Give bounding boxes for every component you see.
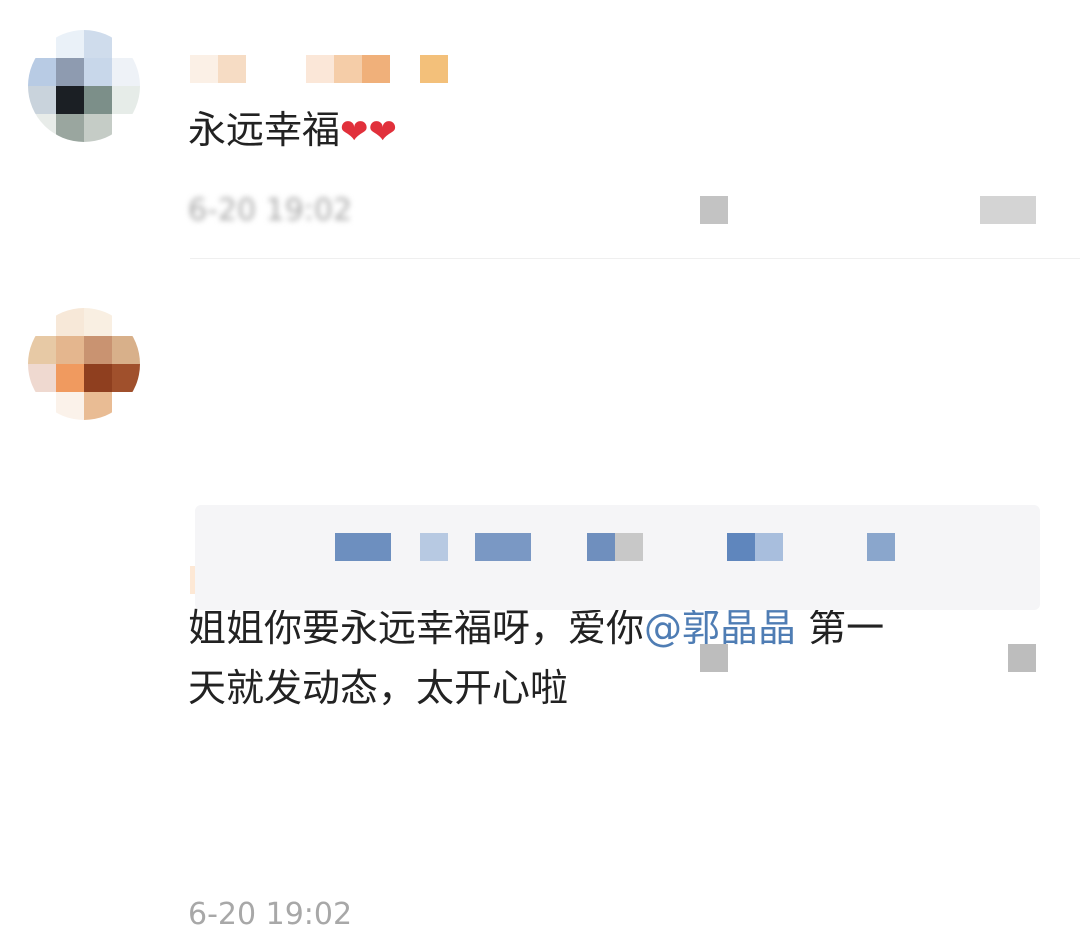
reply-icon[interactable] — [700, 196, 728, 224]
timestamp: 6-20 19:02 — [188, 193, 353, 228]
comment-body: 姐姐你要永远幸福呀，爱你 — [188, 606, 645, 650]
timestamp: 6-20 19:02 — [188, 897, 353, 932]
reply-icon[interactable] — [700, 644, 728, 672]
heart-emoji-icon: ❤❤ — [340, 112, 397, 152]
reply-preview-blurred[interactable] — [195, 505, 1040, 610]
comment-body-line2: 天就发动态，太开心啦 — [188, 666, 569, 710]
avatar[interactable] — [28, 308, 140, 420]
comment-item: 永远幸福❤❤ 6-20 19:02 — [0, 0, 1080, 258]
comment-text: 永远幸福❤❤ — [188, 100, 397, 162]
comment-item: 姐姐你要永远幸福呀，爱你@郭晶晶 第一 天就发动态，太开心啦 6-20 19:0… — [0, 258, 1080, 932]
comment-body-continued: 第一 — [796, 606, 885, 650]
comment-text: 姐姐你要永远幸福呀，爱你@郭晶晶 第一 天就发动态，太开心啦 — [188, 598, 884, 718]
username-blurred[interactable] — [190, 55, 448, 83]
like-icon[interactable] — [1008, 644, 1036, 672]
avatar[interactable] — [28, 30, 140, 142]
comment-body: 永远幸福 — [188, 108, 341, 152]
like-icon[interactable] — [980, 196, 1036, 224]
